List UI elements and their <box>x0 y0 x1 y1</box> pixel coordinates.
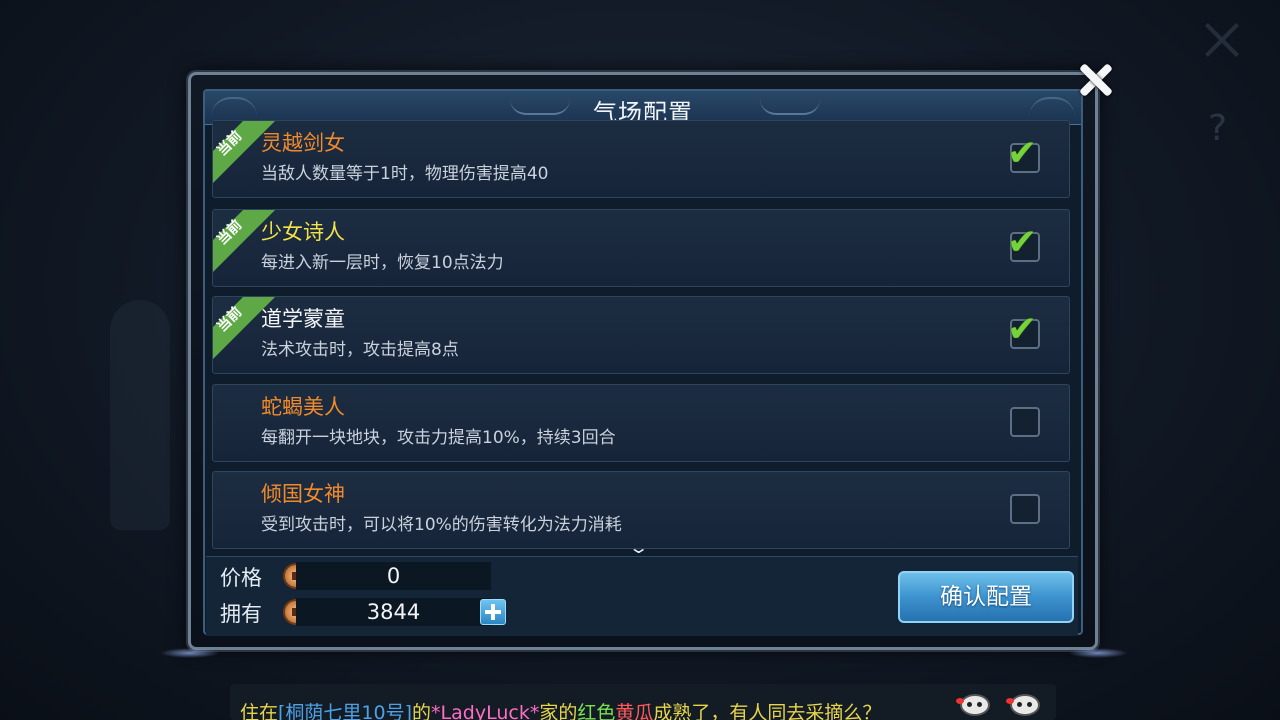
emoji-icon <box>1006 694 1040 716</box>
aura-name: 倾国女神 <box>261 482 345 506</box>
glow-decoration <box>160 648 220 658</box>
background-close-icon <box>1200 18 1244 62</box>
owned-label: 拥有 <box>220 602 262 626</box>
add-currency-button[interactable] <box>480 599 506 625</box>
title-ornament-icon <box>760 99 820 115</box>
background-character-silhouette <box>110 300 170 530</box>
current-badge-label: 当前 <box>214 128 246 160</box>
confirm-config-button[interactable]: 确认配置 <box>898 571 1074 623</box>
chat-segment: 家的 <box>539 702 578 720</box>
aura-list-item[interactable]: 当前 道学蒙童法术攻击时，攻击提高8点 ✔ <box>212 296 1070 374</box>
chat-segment: 成熟了，有人同去采摘么？ <box>653 702 882 720</box>
aura-name: 少女诗人 <box>261 220 345 244</box>
aura-description: 受到攻击时，可以将10%的伤害转化为法力消耗 <box>261 515 622 535</box>
aura-description: 法术攻击时，攻击提高8点 <box>261 340 459 360</box>
aura-description: 每进入新一层时，恢复10点法力 <box>261 253 504 273</box>
checkmark-icon: ✔ <box>1007 309 1038 350</box>
aura-description: 每翻开一块地块，攻击力提高10%，持续3回合 <box>261 428 616 448</box>
current-badge-label: 当前 <box>214 304 246 336</box>
chat-segment: 住在 <box>240 702 279 720</box>
owned-value: 3844 <box>296 598 491 626</box>
select-checkbox[interactable] <box>1010 407 1040 437</box>
current-badge-label: 当前 <box>214 217 246 249</box>
emoji-icon <box>956 694 990 716</box>
price-value: 0 <box>296 562 491 590</box>
aura-list-item[interactable]: 蛇蝎美人每翻开一块地块，攻击力提高10%，持续3回合 <box>212 384 1070 462</box>
chat-message[interactable]: 住在[桐荫七里10号]的*LadyLuck*家的红色黄瓜成熟了，有人同去采摘么？ <box>230 684 1056 720</box>
aura-name: 灵越剑女 <box>261 131 345 155</box>
aura-name: 道学蒙童 <box>261 307 345 331</box>
price-label: 价格 <box>220 566 262 590</box>
chat-segment: 的 <box>412 702 432 720</box>
glow-decoration <box>1068 648 1128 658</box>
chat-text: 住在[桐荫七里10号]的*LadyLuck*家的红色黄瓜成熟了，有人同去采摘么？ <box>240 698 881 720</box>
aura-list-item[interactable]: 当前 少女诗人每进入新一层时，恢复10点法力 ✔ <box>212 209 1070 287</box>
chat-item-color: 红色 <box>577 702 616 720</box>
aura-list-item[interactable]: 当前 灵越剑女当敌人数量等于1时，物理伤害提高40 ✔ <box>212 120 1070 198</box>
background-help-icon: ? <box>1208 108 1228 149</box>
chevron-down-icon[interactable]: ⌄ <box>628 538 649 557</box>
checkmark-icon: ✔ <box>1007 133 1038 174</box>
aura-description: 当敌人数量等于1时，物理伤害提高40 <box>261 164 549 184</box>
close-icon[interactable] <box>1074 58 1118 102</box>
chat-item-name: 黄瓜 <box>615 702 654 720</box>
chat-player-name[interactable]: *LadyLuck* <box>431 702 539 720</box>
aura-name: 蛇蝎美人 <box>261 395 345 419</box>
select-checkbox[interactable] <box>1010 494 1040 524</box>
checkmark-icon: ✔ <box>1007 222 1038 263</box>
chat-location-link[interactable]: [桐荫七里10号] <box>278 702 412 720</box>
